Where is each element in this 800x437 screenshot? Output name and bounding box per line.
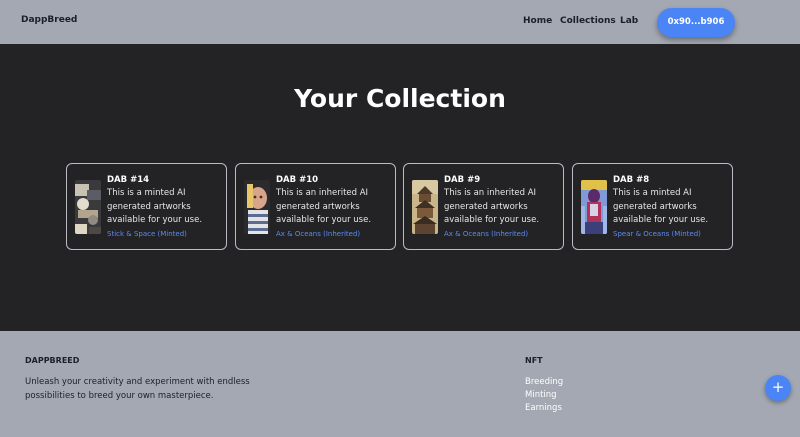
footer-tagline: Unleash your creativity and experiment w… [25, 377, 250, 401]
nft-card[interactable]: DAB #8 This is a minted AI generated art… [572, 163, 733, 250]
nft-card-tag: Ax & Oceans (Inherited) [276, 230, 361, 238]
nft-card[interactable]: DAB #10 This is an inherited AI generate… [235, 163, 396, 250]
nft-card-description: This is an inherited AI generated artwor… [276, 188, 372, 225]
brand-logo-text[interactable]: DappBreed [21, 15, 77, 25]
nft-card-title: DAB #14 [107, 175, 150, 185]
nft-thumbnail [581, 180, 607, 234]
footer: DAPPBREED Unleash your creativity and ex… [0, 331, 800, 437]
nft-thumbnail [75, 180, 101, 234]
nft-card-tag: Ax & Oceans (Inherited) [444, 230, 529, 238]
nft-card-description: This is a minted AI generated artworks a… [613, 188, 709, 225]
top-navbar: DappBreed Home Collections Lab 0x90...b9… [0, 0, 800, 44]
nft-card-tag: Stick & Space (Minted) [107, 230, 187, 238]
footer-brand: DAPPBREED [25, 356, 80, 365]
nft-card-tag: Spear & Oceans (Minted) [613, 230, 701, 238]
plus-icon: + [771, 378, 785, 396]
nft-card-title: DAB #10 [276, 175, 319, 185]
nft-card-title: DAB #9 [444, 175, 481, 185]
collection-section: Your Collection DAB #14 This is a minted… [0, 44, 800, 331]
nav-lab-link[interactable]: Lab [620, 16, 638, 26]
nft-card-description: This is a minted AI generated artworks a… [107, 188, 203, 225]
nft-card[interactable]: DAB #14 This is a minted AI generated ar… [66, 163, 227, 250]
add-floating-button[interactable]: + [765, 375, 791, 401]
footer-link-earnings[interactable]: Earnings [525, 403, 562, 413]
nft-card[interactable]: DAB #9 This is an inherited AI generated… [403, 163, 564, 250]
nft-card-title: DAB #8 [613, 175, 650, 185]
nft-card-description: This is an inherited AI generated artwor… [444, 188, 540, 225]
nav-collections-link[interactable]: Collections [560, 16, 616, 26]
nft-thumbnail [244, 180, 270, 234]
footer-nft-heading: NFT [525, 356, 543, 365]
nft-thumbnail [412, 180, 438, 234]
footer-link-breeding[interactable]: Breeding [525, 377, 563, 387]
page-title: Your Collection [294, 84, 506, 113]
footer-link-minting[interactable]: Minting [525, 390, 557, 400]
wallet-address-button[interactable]: 0x90...b906 [657, 8, 735, 37]
nav-home-link[interactable]: Home [523, 16, 552, 26]
